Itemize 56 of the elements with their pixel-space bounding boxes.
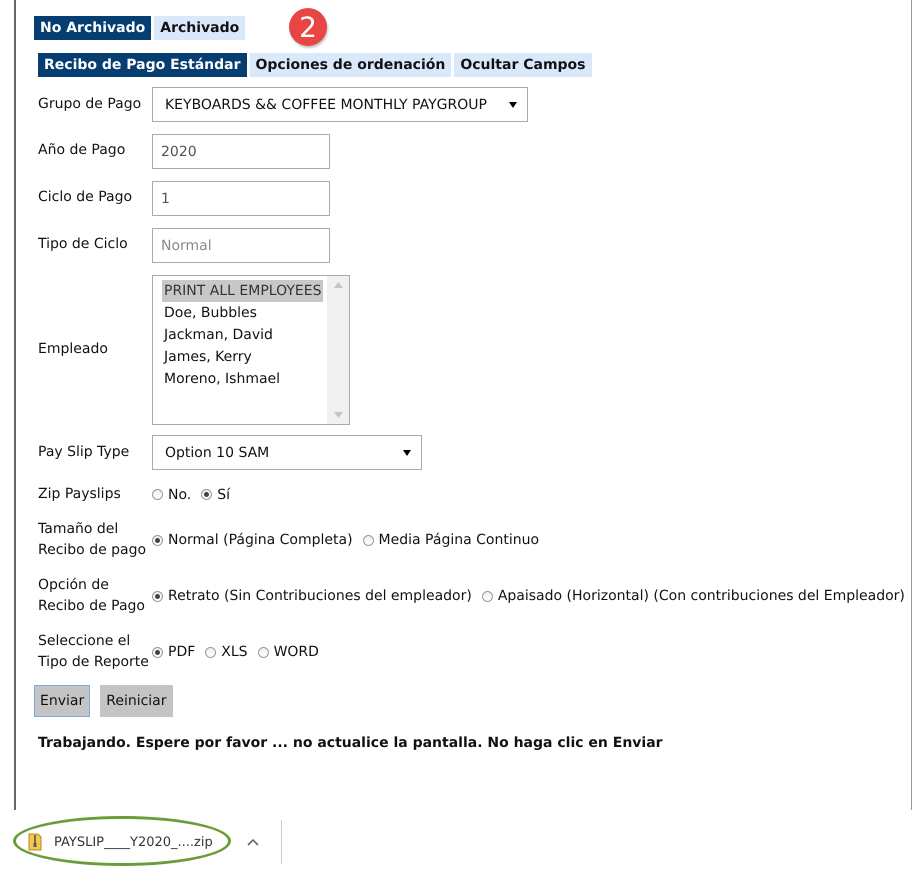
- scroll-up-icon[interactable]: [334, 282, 342, 288]
- radio-button[interactable]: [152, 646, 163, 658]
- step-badge: 2: [289, 8, 327, 46]
- field-label: Zip Payslips: [38, 485, 122, 504]
- scrollbar[interactable]: [327, 276, 349, 424]
- radio-button[interactable]: [482, 590, 493, 602]
- zip-file-icon: [28, 833, 42, 851]
- field-label: Ciclo de Pago: [38, 188, 134, 207]
- list-item[interactable]: Moreno, Ishmael: [162, 368, 282, 390]
- employee-listbox[interactable]: PRINT ALL EMPLOYEES Doe, Bubbles Jackman, David James, Kerry Moreno, Ishmael: [152, 275, 350, 425]
- field-label: Pay Slip Type: [38, 443, 130, 462]
- radio-label[interactable]: Normal (Página Completa): [168, 532, 353, 548]
- field-label: Empleado: [38, 340, 109, 358]
- input-field[interactable]: Normal: [152, 228, 330, 263]
- radio-label[interactable]: WORD: [274, 644, 319, 660]
- radio-button[interactable]: [362, 534, 374, 546]
- form-tab[interactable]: Recibo de Pago Estándar: [38, 53, 246, 77]
- radio-label[interactable]: Sí: [217, 486, 230, 502]
- radio-label[interactable]: Media Página Continuo: [378, 532, 540, 548]
- form-tab[interactable]: Opciones de ordenación: [250, 53, 452, 77]
- radio-button[interactable]: [201, 489, 212, 500]
- download-filename[interactable]: PAYSLIP____Y2020_....zip: [54, 834, 213, 850]
- scroll-down-icon[interactable]: [334, 412, 342, 418]
- list-item[interactable]: Doe, Bubbles: [162, 302, 259, 324]
- field-label: Año de Pago: [38, 141, 126, 160]
- field-label: Opción de Recibo de Pago: [38, 576, 146, 616]
- radio-button[interactable]: [152, 489, 163, 500]
- radio-label[interactable]: Apaisado (Horizontal) (Con contribuciones del Empleador): [498, 588, 905, 604]
- status-message: Trabajando. Espere por favor ... no actualice la pantalla. No haga clic en Enviar: [38, 735, 664, 751]
- dropdown[interactable]: KEYBOARDS && COFFEE MONTHLY PAYGROUP: [152, 87, 528, 122]
- radio-label[interactable]: PDF: [168, 644, 196, 660]
- radio-button[interactable]: [258, 646, 269, 658]
- field-label: Seleccione el Tipo de Reporte: [38, 632, 150, 672]
- archive-tab[interactable]: Archivado: [154, 16, 246, 40]
- dropdown-arrow-icon: [403, 450, 411, 456]
- dropdown-arrow-icon: [509, 102, 517, 108]
- list-item[interactable]: Jackman, David: [162, 324, 275, 346]
- archive-tab[interactable]: No Archivado: [34, 16, 152, 40]
- form-button[interactable]: Enviar: [34, 685, 90, 717]
- list-item[interactable]: PRINT ALL EMPLOYEES: [162, 280, 324, 302]
- input-field[interactable]: 1: [152, 181, 330, 216]
- radio-button[interactable]: [205, 646, 216, 658]
- input-field[interactable]: 2020: [152, 134, 330, 169]
- radio-label[interactable]: No.: [168, 486, 192, 502]
- dropdown[interactable]: Option 10 SAM: [152, 435, 422, 470]
- radio-label[interactable]: XLS: [221, 644, 248, 660]
- list-item[interactable]: James, Kerry: [162, 346, 254, 368]
- form-button[interactable]: Reiniciar: [100, 685, 173, 717]
- chevron-up-icon[interactable]: [246, 838, 259, 846]
- radio-button[interactable]: [152, 590, 163, 602]
- field-label: Grupo de Pago: [38, 95, 142, 114]
- field-label: Tipo de Ciclo: [38, 235, 129, 254]
- radio-button[interactable]: [152, 534, 163, 546]
- radio-label[interactable]: Retrato (Sin Contribuciones del empleador): [168, 588, 472, 604]
- field-label: Tamaño del Recibo de pago: [38, 520, 148, 560]
- form-tab[interactable]: Ocultar Campos: [454, 53, 592, 77]
